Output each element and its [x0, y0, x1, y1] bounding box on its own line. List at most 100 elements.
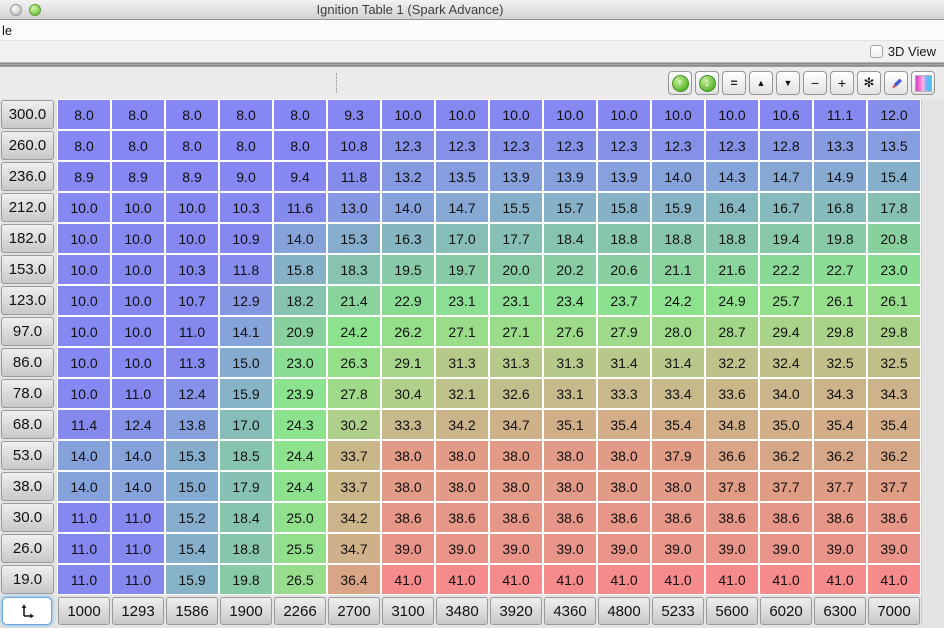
table-cell[interactable]: 38.0 [381, 440, 435, 471]
x-axis-cell[interactable]: 3480 [436, 597, 488, 625]
table-cell[interactable]: 33.1 [543, 378, 597, 409]
y-axis-cell[interactable]: 78.0 [1, 379, 54, 408]
table-cell[interactable]: 10.0 [435, 99, 489, 130]
table-cell[interactable]: 17.8 [867, 192, 921, 223]
table-cell[interactable]: 15.7 [543, 192, 597, 223]
table-cell[interactable]: 32.5 [813, 347, 867, 378]
table-cell[interactable]: 29.4 [759, 316, 813, 347]
table-cell[interactable]: 37.8 [705, 471, 759, 502]
table-cell[interactable]: 36.2 [867, 440, 921, 471]
table-cell[interactable]: 38.0 [651, 471, 705, 502]
table-cell[interactable]: 36.6 [705, 440, 759, 471]
window-close-button[interactable] [10, 4, 22, 16]
table-cell[interactable]: 38.0 [543, 471, 597, 502]
table-cell[interactable]: 15.9 [219, 378, 273, 409]
table-cell[interactable]: 31.4 [651, 347, 705, 378]
table-cell[interactable]: 10.3 [219, 192, 273, 223]
table-cell[interactable]: 10.0 [111, 192, 165, 223]
table-cell[interactable]: 38.6 [597, 502, 651, 533]
table-cell[interactable]: 23.1 [489, 285, 543, 316]
table-cell[interactable]: 35.4 [867, 409, 921, 440]
table-cell[interactable]: 34.3 [867, 378, 921, 409]
table-cell[interactable]: 25.0 [273, 502, 327, 533]
table-cell[interactable]: 34.3 [813, 378, 867, 409]
table-cell[interactable]: 39.0 [867, 533, 921, 564]
table-cell[interactable]: 8.0 [219, 99, 273, 130]
y-axis-cell[interactable]: 38.0 [1, 472, 54, 501]
table-cell[interactable]: 10.0 [57, 285, 111, 316]
table-cell[interactable]: 33.7 [327, 440, 381, 471]
table-cell[interactable]: 13.5 [435, 161, 489, 192]
table-cell[interactable]: 25.5 [273, 533, 327, 564]
table-cell[interactable]: 21.6 [705, 254, 759, 285]
table-cell[interactable]: 38.0 [597, 471, 651, 502]
table-cell[interactable]: 10.9 [219, 223, 273, 254]
table-cell[interactable]: 34.2 [435, 409, 489, 440]
table-cell[interactable]: 14.0 [111, 440, 165, 471]
table-cell[interactable]: 38.6 [435, 502, 489, 533]
arrow-down-circle-button[interactable]: ↓ [695, 71, 719, 95]
table-cell[interactable]: 12.3 [435, 130, 489, 161]
table-cell[interactable]: 18.2 [273, 285, 327, 316]
x-axis-cell[interactable]: 6300 [814, 597, 866, 625]
table-cell[interactable]: 36.2 [759, 440, 813, 471]
table-cell[interactable]: 18.5 [219, 440, 273, 471]
table-cell[interactable]: 38.6 [651, 502, 705, 533]
y-axis-cell[interactable]: 260.0 [1, 131, 54, 160]
table-cell[interactable]: 32.2 [705, 347, 759, 378]
table-cell[interactable]: 10.7 [165, 285, 219, 316]
table-cell[interactable]: 39.0 [597, 533, 651, 564]
table-cell[interactable]: 18.4 [219, 502, 273, 533]
x-axis-cell[interactable]: 5233 [652, 597, 704, 625]
table-cell[interactable]: 35.4 [597, 409, 651, 440]
table-cell[interactable]: 41.0 [867, 564, 921, 595]
table-cell[interactable]: 22.7 [813, 254, 867, 285]
table-cell[interactable]: 11.0 [57, 564, 111, 595]
table-cell[interactable]: 27.1 [489, 316, 543, 347]
table-cell[interactable]: 12.8 [759, 130, 813, 161]
table-cell[interactable]: 41.0 [759, 564, 813, 595]
table-cell[interactable]: 11.8 [327, 161, 381, 192]
table-cell[interactable]: 39.0 [705, 533, 759, 564]
table-cell[interactable]: 34.2 [327, 502, 381, 533]
y-axis-cell[interactable]: 26.0 [1, 534, 54, 563]
table-cell[interactable]: 16.3 [381, 223, 435, 254]
table-cell[interactable]: 16.4 [705, 192, 759, 223]
table-cell[interactable]: 15.9 [651, 192, 705, 223]
table-cell[interactable]: 38.6 [543, 502, 597, 533]
table-cell[interactable]: 41.0 [597, 564, 651, 595]
table-cell[interactable]: 10.0 [597, 99, 651, 130]
table-cell[interactable]: 41.0 [435, 564, 489, 595]
table-cell[interactable]: 38.6 [759, 502, 813, 533]
table-cell[interactable]: 24.3 [273, 409, 327, 440]
table-cell[interactable]: 10.0 [111, 316, 165, 347]
table-cell[interactable]: 10.0 [651, 99, 705, 130]
table-cell[interactable]: 16.8 [813, 192, 867, 223]
table-cell[interactable]: 8.0 [111, 99, 165, 130]
x-axis-cell[interactable]: 1293 [112, 597, 164, 625]
table-cell[interactable]: 23.0 [273, 347, 327, 378]
table-cell[interactable]: 15.4 [867, 161, 921, 192]
table-cell[interactable]: 39.0 [435, 533, 489, 564]
table-cell[interactable]: 34.0 [759, 378, 813, 409]
table-cell[interactable]: 24.9 [705, 285, 759, 316]
table-cell[interactable]: 12.3 [597, 130, 651, 161]
table-cell[interactable]: 10.6 [759, 99, 813, 130]
table-cell[interactable]: 28.7 [705, 316, 759, 347]
y-axis-cell[interactable]: 123.0 [1, 286, 54, 315]
table-cell[interactable]: 14.0 [273, 223, 327, 254]
table-cell[interactable]: 12.3 [705, 130, 759, 161]
table-cell[interactable]: 13.8 [165, 409, 219, 440]
window-zoom-button[interactable] [29, 4, 41, 16]
view-3d-toggle[interactable]: 3D View [869, 44, 936, 59]
toolbar-drag-handle[interactable] [336, 73, 337, 93]
table-cell[interactable]: 18.8 [219, 533, 273, 564]
table-cell[interactable]: 33.6 [705, 378, 759, 409]
table-cell[interactable]: 11.0 [165, 316, 219, 347]
y-axis-cell[interactable]: 30.0 [1, 503, 54, 532]
table-cell[interactable]: 11.0 [57, 502, 111, 533]
x-axis-cell[interactable]: 1900 [220, 597, 272, 625]
table-cell[interactable]: 10.0 [57, 378, 111, 409]
y-axis-cell[interactable]: 86.0 [1, 348, 54, 377]
table-cell[interactable]: 37.7 [759, 471, 813, 502]
